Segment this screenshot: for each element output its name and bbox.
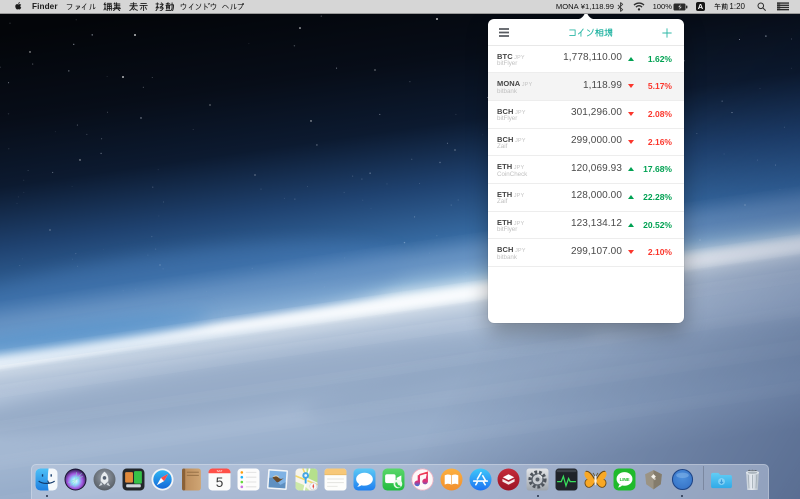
svg-text:SAT: SAT xyxy=(217,469,223,473)
svg-text:5: 5 xyxy=(216,474,224,489)
svg-text:LINE: LINE xyxy=(620,476,630,481)
